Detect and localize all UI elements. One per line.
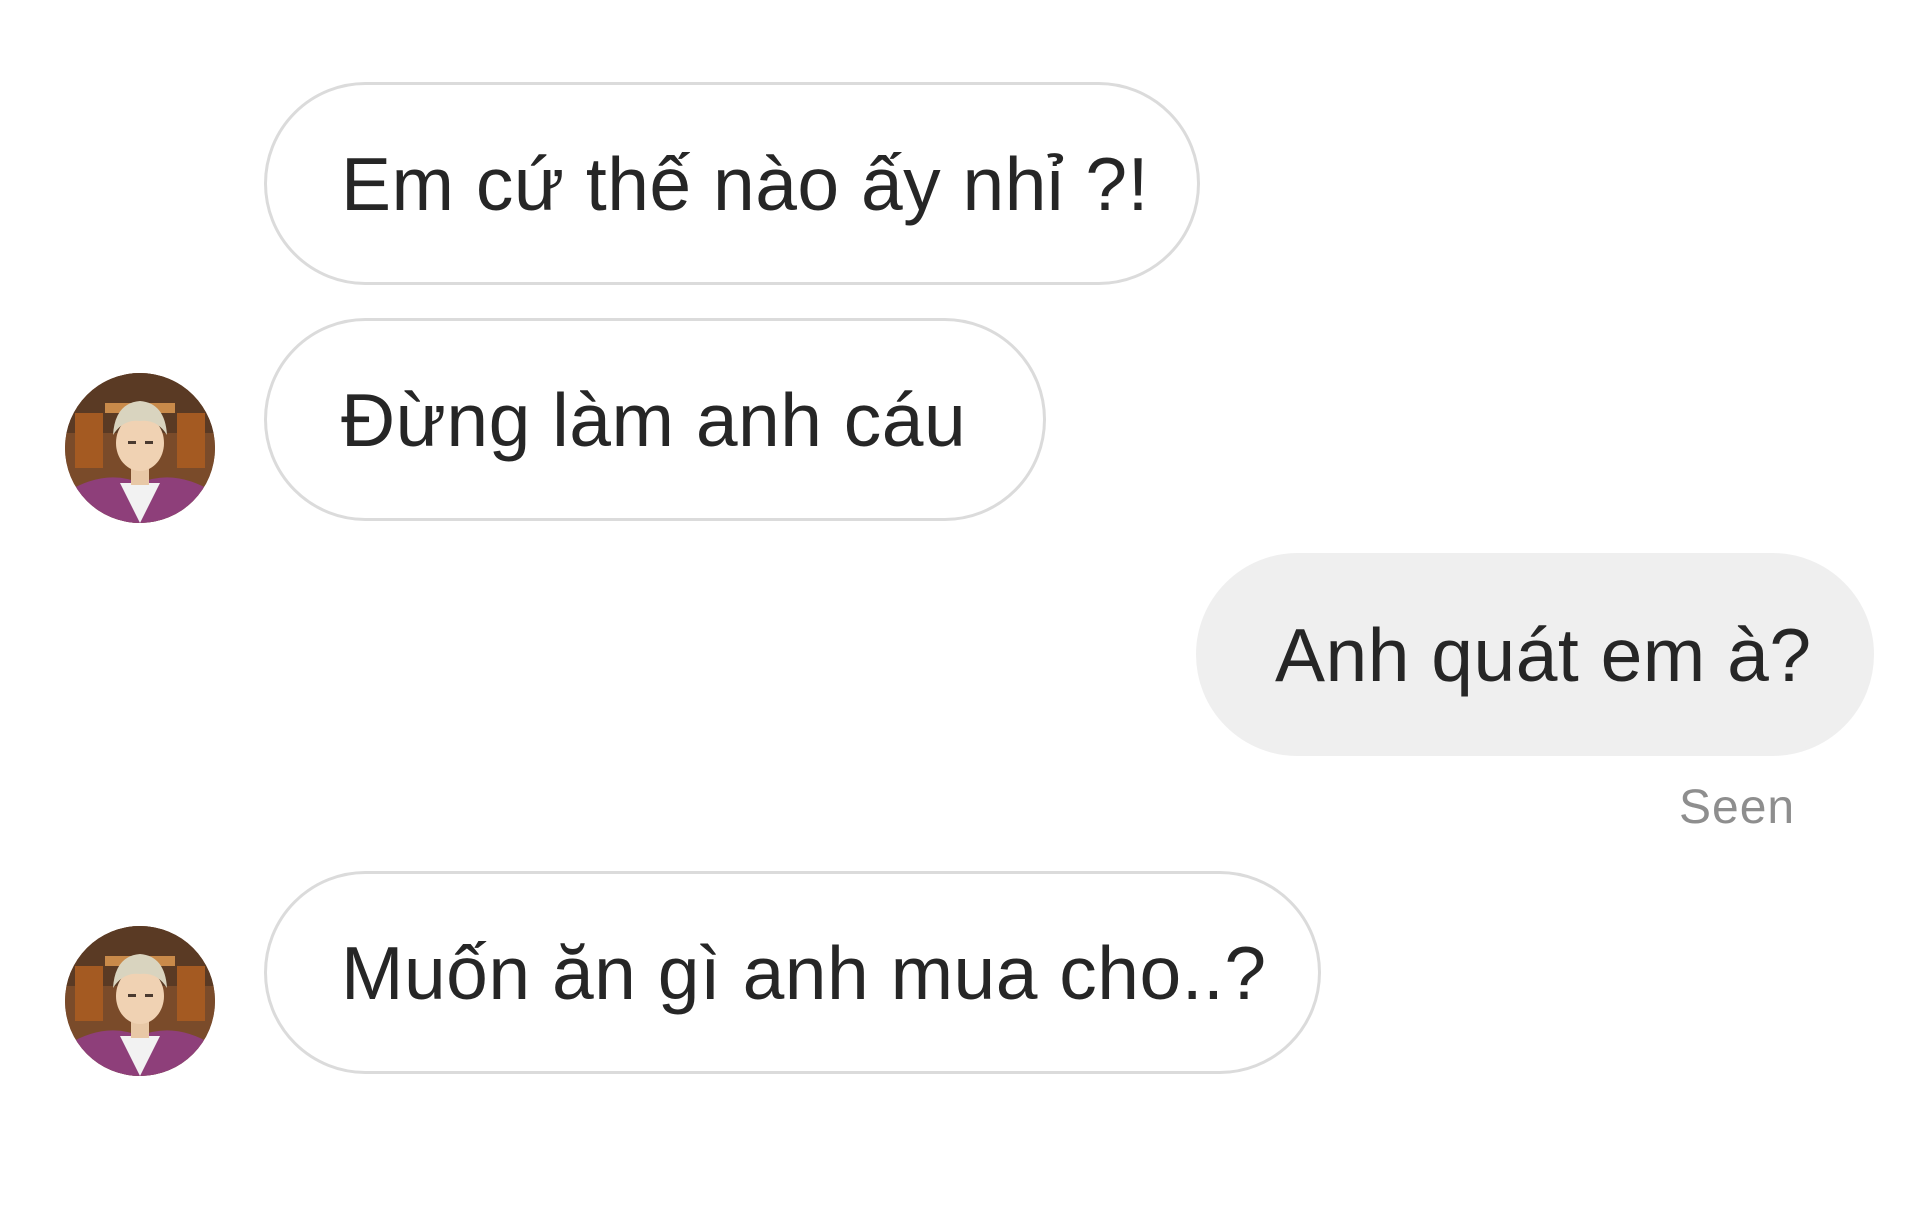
message-bubble-incoming[interactable]: Muốn ăn gì anh mua cho..? (264, 871, 1321, 1074)
seen-indicator: Seen (1679, 781, 1796, 834)
message-text: Em cứ thế nào ấy nhỉ ?! (341, 141, 1149, 226)
message-bubble-incoming[interactable]: Em cứ thế nào ấy nhỉ ?! (264, 82, 1200, 285)
message-text: Anh quát em à? (1275, 612, 1812, 697)
avatar-image (65, 373, 215, 523)
message-bubble-outgoing[interactable]: Anh quát em à? (1196, 553, 1874, 756)
message-text: Đừng làm anh cáu (341, 377, 967, 462)
avatar[interactable] (65, 926, 215, 1076)
avatar[interactable] (65, 373, 215, 523)
avatar-image (65, 926, 215, 1076)
message-text: Muốn ăn gì anh mua cho..? (341, 930, 1267, 1015)
message-bubble-incoming[interactable]: Đừng làm anh cáu (264, 318, 1046, 521)
